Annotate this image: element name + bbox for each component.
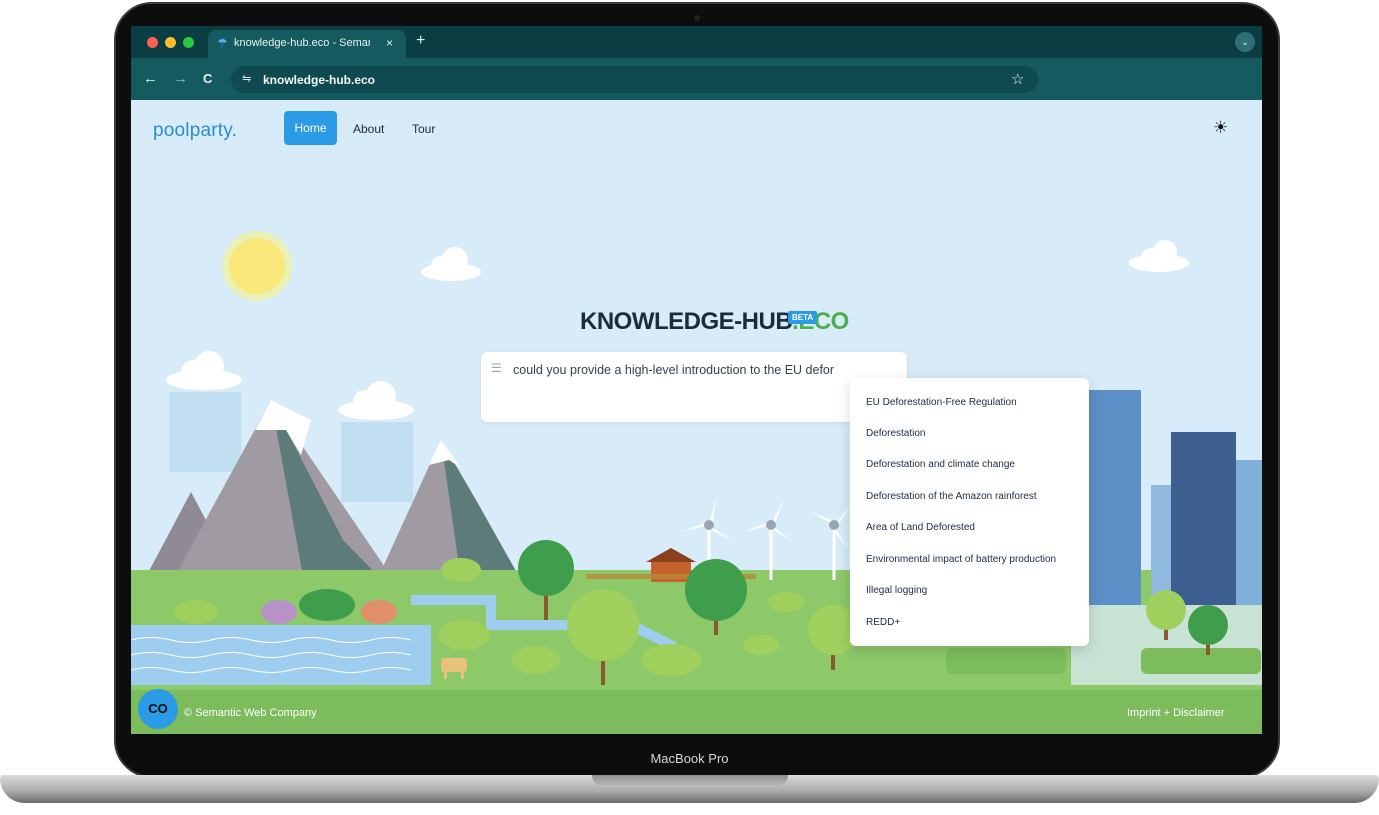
- sun-theme-toggle-icon[interactable]: ☀: [1213, 118, 1228, 138]
- site-settings-icon[interactable]: ⇋: [242, 72, 251, 85]
- tab-close-icon[interactable]: ×: [386, 36, 393, 50]
- address-bar[interactable]: ⇋ knowledge-hub.eco ☆: [231, 66, 1038, 93]
- close-window-button[interactable]: [147, 37, 158, 48]
- device-label: MacBook Pro: [650, 751, 729, 766]
- forward-arrow-icon[interactable]: →: [173, 70, 188, 87]
- suggestion-item[interactable]: Area of Land Deforested: [866, 522, 975, 533]
- reload-icon[interactable]: C: [203, 71, 212, 86]
- tab-bar: ☂ knowledge-hub.eco - Semantic × + ⌄: [131, 26, 1262, 58]
- co-chat-badge[interactable]: CO: [138, 689, 178, 729]
- address-url: knowledge-hub.eco: [263, 73, 376, 87]
- suggestion-item[interactable]: REDD+: [866, 617, 900, 628]
- beta-badge: BETA: [788, 311, 818, 324]
- search-input[interactable]: could you provide a high-level introduct…: [513, 363, 834, 377]
- suggestion-item[interactable]: Deforestation: [866, 428, 925, 439]
- bookmark-star-icon[interactable]: ☆: [1011, 70, 1024, 88]
- browser-window: ☂ knowledge-hub.eco - Semantic × + ⌄ ← →…: [131, 26, 1262, 734]
- suggestion-item[interactable]: Deforestation and climate change: [866, 459, 1015, 470]
- suggestion-item[interactable]: Illegal logging: [866, 585, 927, 596]
- tab-title: knowledge-hub.eco - Semantic: [234, 37, 370, 49]
- footer-copyright: © Semantic Web Company: [184, 707, 317, 719]
- back-arrow-icon[interactable]: ←: [143, 70, 158, 87]
- browser-tab[interactable]: ☂ knowledge-hub.eco - Semantic ×: [208, 30, 406, 58]
- web-page: poolparty. Home About Tour ☀ KNOWLEDGE-H…: [131, 100, 1262, 734]
- imprint-disclaimer-link[interactable]: Imprint + Disclaimer: [1127, 707, 1225, 719]
- suggestions-dropdown: EU Deforestation-Free Regulation Defores…: [850, 378, 1089, 646]
- maximize-window-button[interactable]: [183, 37, 194, 48]
- browser-toolbar: ← → C ⇋ knowledge-hub.eco ☆: [131, 58, 1262, 100]
- poolparty-logo[interactable]: poolparty.: [153, 120, 237, 142]
- suggestion-item[interactable]: Deforestation of the Amazon rainforest: [866, 491, 1037, 502]
- suggestion-item[interactable]: EU Deforestation-Free Regulation: [866, 397, 1017, 408]
- laptop-frame: ☂ knowledge-hub.eco - Semantic × + ⌄ ← →…: [0, 0, 1379, 815]
- webcam: [694, 15, 700, 21]
- nav-home-link[interactable]: Home: [284, 111, 337, 145]
- umbrella-favicon-icon: ☂: [217, 36, 228, 50]
- minimize-window-button[interactable]: [165, 37, 176, 48]
- suggestion-item[interactable]: Environmental impact of battery producti…: [866, 554, 1056, 565]
- laptop-hinge-notch: [592, 775, 788, 787]
- nav-tour-link[interactable]: Tour: [412, 122, 435, 136]
- tab-search-menu-button[interactable]: ⌄: [1235, 32, 1255, 52]
- chat-icon: ☰: [491, 361, 502, 375]
- nav-about-link[interactable]: About: [353, 122, 384, 136]
- new-tab-button[interactable]: +: [416, 32, 425, 50]
- search-box[interactable]: ☰ could you provide a high-level introdu…: [481, 352, 907, 422]
